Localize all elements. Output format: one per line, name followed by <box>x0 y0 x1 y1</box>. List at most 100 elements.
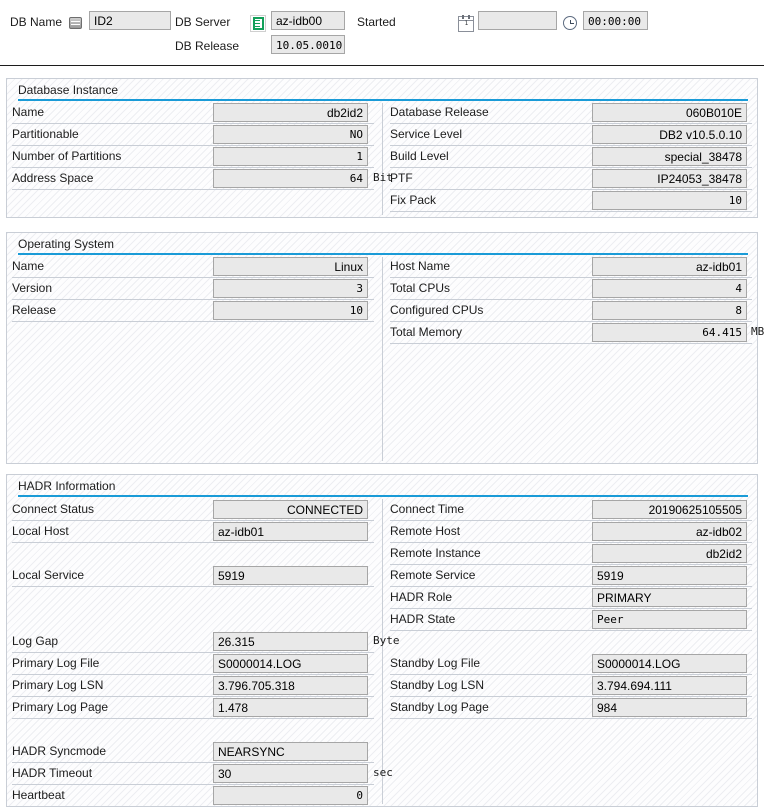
field-value-database-release[interactable]: 060B010E <box>592 103 747 122</box>
field-value-hadr-role[interactable]: PRIMARY <box>592 588 747 607</box>
form-row-primary-log-page: Primary Log Page 1.478 <box>12 697 374 719</box>
field-label-hadr-role: HADR Role <box>390 590 453 604</box>
field-label-total-memory: Total Memory <box>390 325 463 339</box>
field-value-release[interactable]: 10 <box>213 301 368 320</box>
row-separator <box>390 630 752 631</box>
row-separator <box>12 718 374 719</box>
started-date-input[interactable] <box>478 11 557 30</box>
field-value-primary-log-file[interactable]: S0000014.LOG <box>213 654 368 673</box>
field-label-local-host: Local Host <box>12 524 69 538</box>
field-label-ptf: PTF <box>390 171 413 185</box>
db-server-input[interactable]: az-idb00 <box>271 11 345 30</box>
field-value-partitionable[interactable]: NO <box>213 125 368 144</box>
panel-title-operating-system: Operating System <box>18 237 115 251</box>
field-value-remote-instance[interactable]: db2id2 <box>592 544 747 563</box>
field-value-standby-log-page[interactable]: 984 <box>592 698 747 717</box>
row-separator <box>12 586 374 587</box>
db-release-input[interactable]: 10.05.0010 <box>271 35 345 54</box>
field-label-name: Name <box>12 105 45 119</box>
form-row-hadr-role: HADR Role PRIMARY <box>390 587 752 609</box>
field-label-log-gap: Log Gap <box>12 634 59 648</box>
form-row-total-memory: Total Memory 64.415 MB <box>390 322 764 344</box>
field-label-fix-pack: Fix Pack <box>390 193 437 207</box>
started-label: Started <box>357 15 396 29</box>
field-value-hadr-syncmode[interactable]: NEARSYNC <box>213 742 368 761</box>
field-label-remote-instance: Remote Instance <box>390 546 481 560</box>
field-value-local-host[interactable]: az-idb01 <box>213 522 368 541</box>
field-label-hadr-timeout: HADR Timeout <box>12 766 93 780</box>
field-value-primary-log-page[interactable]: 1.478 <box>213 698 368 717</box>
row-separator <box>12 806 374 807</box>
field-label-connect-time: Connect Time <box>390 502 465 516</box>
form-row-database-release: Database Release 060B010E <box>390 102 752 124</box>
column-divider <box>382 103 383 215</box>
field-value-total-cpus[interactable]: 4 <box>592 279 747 298</box>
column-divider <box>382 499 383 804</box>
calendar-icon[interactable]: 1 <box>458 15 474 32</box>
field-label-remote-service: Remote Service <box>390 568 476 582</box>
form-row-local-service: Local Service 5919 <box>12 565 374 587</box>
field-value-remote-service[interactable]: 5919 <box>592 566 747 585</box>
field-label-name: Name <box>12 259 45 273</box>
form-row-primary-log-file: Primary Log File S0000014.LOG <box>12 653 374 675</box>
field-label-remote-host: Remote Host <box>390 524 461 538</box>
form-row-release: Release 10 <box>12 300 374 322</box>
field-value-address-space[interactable]: 64 <box>213 169 368 188</box>
field-label-database-release: Database Release <box>390 105 489 119</box>
field-label-version: Version <box>12 281 53 295</box>
field-value-local-service[interactable]: 5919 <box>213 566 368 585</box>
field-value-hadr-state[interactable]: Peer <box>592 610 747 629</box>
form-row-host-name: Host Name az-idb01 <box>390 256 752 278</box>
field-value-number-of-partitions[interactable]: 1 <box>213 147 368 166</box>
field-label-connect-status: Connect Status <box>12 502 95 516</box>
field-value-ptf[interactable]: IP24053_38478 <box>592 169 747 188</box>
row-separator <box>12 321 374 322</box>
field-value-total-memory[interactable]: 64.415 <box>592 323 747 342</box>
field-value-remote-host[interactable]: az-idb02 <box>592 522 747 541</box>
field-value-standby-log-file[interactable]: S0000014.LOG <box>592 654 747 673</box>
field-value-build-level[interactable]: special_38478 <box>592 147 747 166</box>
form-row-build-level: Build Level special_38478 <box>390 146 752 168</box>
field-label-primary-log-lsn: Primary Log LSN <box>12 678 104 692</box>
form-row-standby-log-file: Standby Log File S0000014.LOG <box>390 653 752 675</box>
form-row-remote-host: Remote Host az-idb02 <box>390 521 752 543</box>
field-value-standby-log-lsn[interactable]: 3.794.694.111 <box>592 676 747 695</box>
field-value-name[interactable]: Linux <box>213 257 368 276</box>
form-row-service-level: Service Level DB2 v10.5.0.10 <box>390 124 752 146</box>
form-row-ptf: PTF IP24053_38478 <box>390 168 752 190</box>
field-value-hadr-timeout[interactable]: 30 <box>213 764 368 783</box>
form-row-total-cpus: Total CPUs 4 <box>390 278 752 300</box>
form-row-hadr-state: HADR State Peer <box>390 609 752 631</box>
row-separator <box>390 343 752 344</box>
form-row-heartbeat: Heartbeat 0 <box>12 785 374 807</box>
field-label-total-cpus: Total CPUs <box>390 281 451 295</box>
field-value-heartbeat[interactable]: 0 <box>213 786 368 805</box>
field-value-name[interactable]: db2id2 <box>213 103 368 122</box>
field-value-fix-pack[interactable]: 10 <box>592 191 747 210</box>
database-icon <box>68 16 83 30</box>
form-row-fix-pack: Fix Pack 10 <box>390 190 752 212</box>
field-value-connect-status[interactable]: CONNECTED <box>213 500 368 519</box>
field-value-configured-cpus[interactable]: 8 <box>592 301 747 320</box>
field-label-number-of-partitions: Number of Partitions <box>12 149 122 163</box>
clock-icon[interactable] <box>563 16 579 32</box>
form-row-primary-log-lsn: Primary Log LSN 3.796.705.318 <box>12 675 374 697</box>
field-label-build-level: Build Level <box>390 149 449 163</box>
field-label-release: Release <box>12 303 57 317</box>
field-value-host-name[interactable]: az-idb01 <box>592 257 747 276</box>
field-value-log-gap[interactable]: 26.315 <box>213 632 368 651</box>
field-value-connect-time[interactable]: 20190625105505 <box>592 500 747 519</box>
field-unit-total-memory: MB <box>751 325 764 338</box>
db-name-input[interactable]: ID2 <box>89 11 171 30</box>
column-divider <box>382 257 383 461</box>
field-label-partitionable: Partitionable <box>12 127 79 141</box>
panel-rule <box>18 495 748 497</box>
field-value-service-level[interactable]: DB2 v10.5.0.10 <box>592 125 747 144</box>
field-value-primary-log-lsn[interactable]: 3.796.705.318 <box>213 676 368 695</box>
form-row-local-host: Local Host az-idb01 <box>12 521 374 543</box>
field-label-standby-log-file: Standby Log File <box>390 656 481 670</box>
started-time-input[interactable]: 00:00:00 <box>583 11 648 30</box>
field-value-version[interactable]: 3 <box>213 279 368 298</box>
form-row-version: Version 3 <box>12 278 374 300</box>
field-unit-hadr-timeout: sec <box>373 766 393 779</box>
